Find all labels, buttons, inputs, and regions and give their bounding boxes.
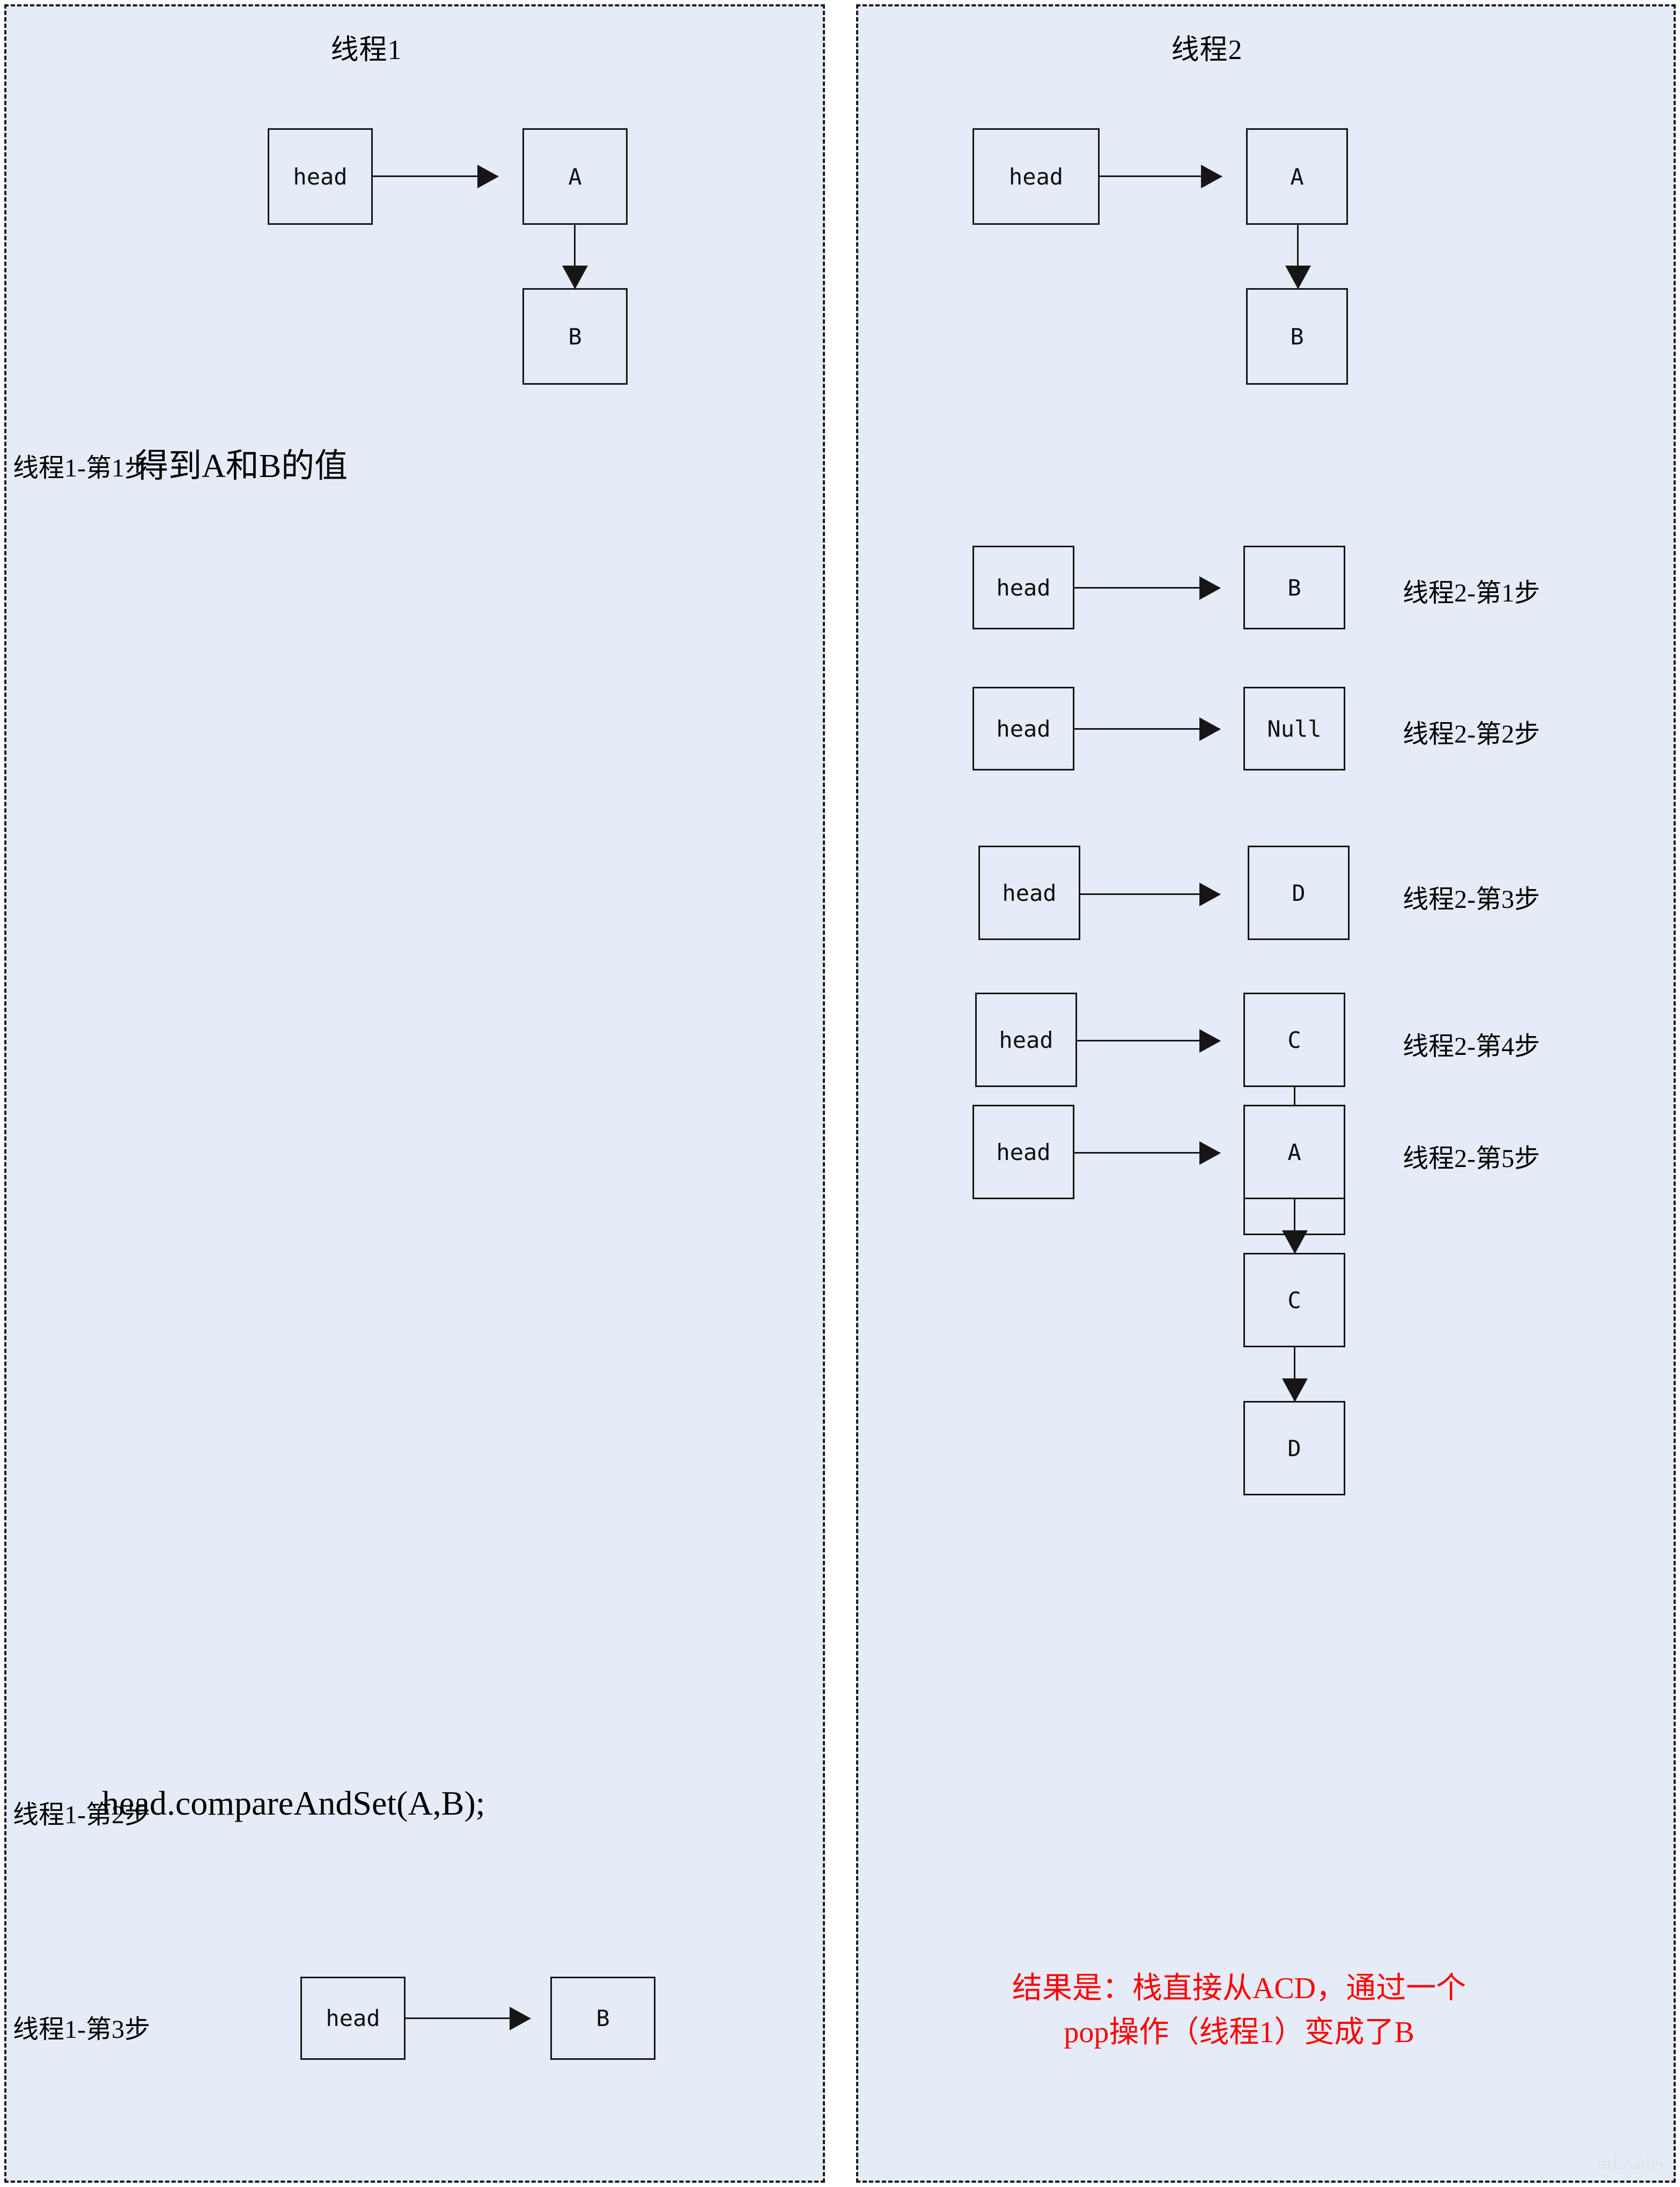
t2-step3-label: 线程2-第3步 [1403, 885, 1540, 914]
t1-step1-label: 线程1-第1步 [13, 454, 150, 482]
t2-node-b: B [1246, 288, 1348, 385]
t2-step1-label: 线程2-第1步 [1403, 579, 1540, 607]
t2-step2-arrow [1074, 728, 1220, 730]
panel-thread2-title: 线程2 [1171, 35, 1243, 65]
t2-step1-arrow [1074, 587, 1220, 589]
t2-step4-arrow [1077, 1040, 1220, 1041]
t1-a-to-b-arrow [574, 225, 576, 288]
t2-step5-a-to-c-arrow [1294, 1199, 1295, 1253]
t2-step3-node-0: D [1248, 846, 1350, 940]
t2-step5-head-node: head [972, 1105, 1074, 1199]
t2-node-a: A [1246, 128, 1348, 225]
t2-step2-label: 线程2-第2步 [1403, 720, 1540, 748]
t2-step5-node-0: A [1243, 1105, 1345, 1199]
t2-head-node: head [972, 128, 1100, 225]
t2-step4-node-0: C [1243, 993, 1345, 1087]
t2-step5-node-1: C [1243, 1253, 1345, 1347]
panel-thread1: 线程1 head A B 线程1-第1步 得到A和B的值 线程1-第2步 hea… [4, 4, 825, 2183]
t2-step3-arrow [1080, 893, 1220, 895]
t1-step2-code: head.compareAndSet(A,B); [102, 1784, 485, 1822]
t2-step1-node-0: B [1243, 546, 1345, 629]
t1-step3-label: 线程1-第3步 [13, 2015, 150, 2044]
t2-step5-label: 线程2-第5步 [1403, 1144, 1540, 1173]
t2-step3-head-node: head [978, 846, 1080, 940]
t2-a-to-b-arrow [1297, 225, 1299, 288]
t1-node-b: B [522, 288, 628, 385]
t2-step5-arrow [1074, 1152, 1220, 1154]
t2-step4-head-node: head [975, 993, 1077, 1087]
t1-head-node: head [268, 128, 373, 225]
t2-step5-node-2: D [1243, 1401, 1345, 1495]
watermark-text: mLeader [1597, 2154, 1666, 2174]
t2-result-note-line1: 结果是：栈直接从ACD，通过一个 [1012, 1972, 1467, 2005]
t2-step5-c-to-d-arrow [1294, 1347, 1295, 1401]
t2-step2-head-node: head [972, 687, 1074, 770]
t2-step2-node-0: Null [1243, 687, 1345, 770]
t2-head-to-a-arrow [1100, 175, 1221, 177]
t2-step4-label: 线程2-第4步 [1403, 1032, 1540, 1061]
t1-step3-node-b: B [550, 1977, 655, 2060]
t2-result-note-line2: pop操作（线程1）变成了B [1064, 2016, 1414, 2049]
t2-step1-head-node: head [972, 546, 1074, 629]
t1-step3-arrow [406, 2017, 530, 2019]
t1-head-to-a-arrow [373, 175, 498, 177]
t1-step1-caption: 得到A和B的值 [135, 448, 348, 485]
t1-node-a: A [522, 128, 628, 225]
t1-step3-head-node: head [300, 1977, 406, 2060]
panel-thread1-title: 线程1 [330, 35, 402, 65]
panel-thread2: 线程2 head A B head B 线程2-第1步 head Null 线程… [856, 4, 1676, 2183]
